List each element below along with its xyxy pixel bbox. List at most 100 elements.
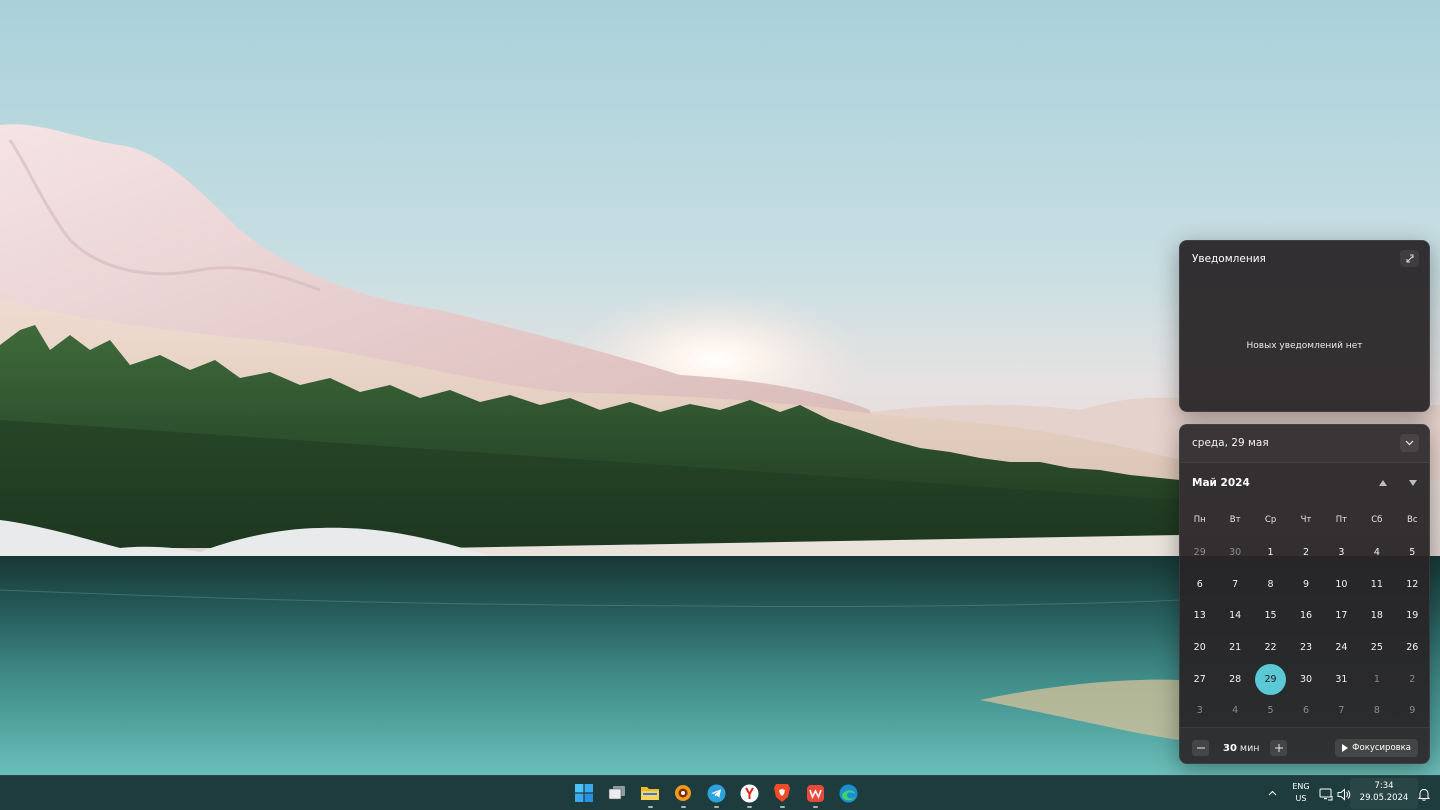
calendar-day[interactable]: 21 [1217,632,1252,664]
calendar-day[interactable]: 25 [1359,632,1394,664]
calendar-day[interactable]: 8 [1359,695,1394,727]
calendar-day[interactable]: 17 [1324,600,1359,632]
calendar-day[interactable]: 23 [1288,632,1323,664]
calendar-day-number: 7 [1338,705,1345,717]
start-focus-button[interactable]: Фокусировка [1335,739,1418,757]
file-explorer-button[interactable] [636,779,664,808]
weekday-label: Ср [1264,515,1277,525]
calendar-day[interactable]: 4 [1217,695,1252,727]
calendar-day[interactable]: 8 [1253,569,1288,601]
calendar-day[interactable]: 15 [1253,600,1288,632]
calendar-day-number: 21 [1229,642,1242,654]
calendar-day[interactable]: 16 [1288,600,1323,632]
show-hidden-icons-button[interactable] [1264,785,1280,801]
calendar-day[interactable]: 1 [1253,537,1288,569]
calendar-day[interactable]: 2 [1288,537,1323,569]
calendar-day[interactable]: 12 [1395,569,1429,601]
calendar-day[interactable]: 11 [1359,569,1394,601]
brave-browser-icon [774,784,790,802]
calendar-day[interactable]: 30 [1217,537,1252,569]
brave-browser-button[interactable] [768,779,796,808]
calendar-day[interactable]: 20 [1182,632,1217,664]
calendar-day[interactable]: 14 [1217,600,1252,632]
xnview-button[interactable] [669,779,697,808]
calendar-day[interactable]: 31 [1324,663,1359,695]
calendar-day[interactable]: 29 [1182,537,1217,569]
task-view-button[interactable] [603,779,631,807]
calendar-day-number: 7 [1232,578,1239,590]
calendar-day[interactable]: 28 [1217,663,1252,695]
notifications-button[interactable] [1417,786,1431,805]
calendar-day[interactable]: 5 [1395,537,1429,569]
calendar-day-number: 25 [1370,642,1383,654]
calendar-day[interactable]: 1 [1359,663,1394,695]
telegram-icon [707,784,725,802]
calendar-day-grid: 29 30 1 2 3 4 5 6 7 8 9 10 11 12 13 14 15 16 17 18 19 20 21 22 2… [1182,537,1429,727]
calendar-day-number: 31 [1335,673,1348,685]
telegram-button[interactable] [702,779,730,808]
calendar-day-number: 23 [1299,642,1313,654]
calendar-day[interactable]: 3 [1182,695,1217,727]
calendar-day[interactable]: 5 [1253,695,1288,727]
notifications-title: Уведомления [1192,253,1266,265]
weekday-label: Пн [1193,515,1206,525]
calendar-day[interactable]: 6 [1288,695,1323,727]
yandex-browser-icon [740,784,758,802]
calendar-day-number: 9 [1409,705,1416,717]
calendar-day-number: 2 [1409,673,1416,685]
volume-button[interactable] [1337,786,1351,805]
calendar-day-number: 14 [1229,610,1242,622]
running-indicator [780,806,785,808]
calendar-day[interactable]: 9 [1395,695,1429,727]
calendar-month-label[interactable]: Май 2024 [1192,477,1250,489]
running-indicator [681,806,686,808]
running-indicator [714,806,719,808]
calendar-day[interactable]: 4 [1359,537,1394,569]
focus-session-bar: 30 мин Фокусировка [1180,727,1429,763]
start-focus-label: Фокусировка [1352,743,1411,753]
input-language-button[interactable]: ENG US [1289,781,1313,805]
calendar-day-number: 30 [1299,673,1313,685]
calendar-day[interactable]: 2 [1395,663,1429,695]
calendar-day[interactable]: 3 [1324,537,1359,569]
focus-minutes-unit: мин [1239,743,1260,754]
calendar-day[interactable]: 30 [1288,663,1323,695]
calendar-day[interactable]: 27 [1182,663,1217,695]
calendar-day[interactable]: 13 [1182,600,1217,632]
calendar-day[interactable]: 24 [1324,632,1359,664]
calendar-next-month-button[interactable] [1406,475,1420,491]
edge-browser-button[interactable] [834,779,862,807]
no-notifications-text: Новых уведомлений нет [1246,341,1363,351]
running-indicator [747,806,752,808]
calendar-collapse-button[interactable] [1400,434,1419,452]
focus-increase-button[interactable] [1270,740,1287,756]
focus-minutes-value: 30 [1223,743,1237,754]
bell-icon [1417,788,1431,801]
notification-settings-button[interactable] [1400,250,1419,267]
start-button[interactable] [570,779,598,807]
focus-decrease-button[interactable] [1192,740,1209,756]
calendar-day[interactable]: 6 [1182,569,1217,601]
calendar-day[interactable]: 7 [1217,569,1252,601]
calendar-day-number: 30 [1229,547,1242,559]
calendar-day[interactable]: 18 [1359,600,1394,632]
clock[interactable]: 7:34 29.05.2024 [1356,780,1412,804]
calendar-day[interactable]: 10 [1324,569,1359,601]
calendar-day[interactable]: 22 [1253,632,1288,664]
wps-office-button[interactable] [801,779,829,808]
weekday-label: Пт [1335,515,1348,525]
calendar-previous-month-button[interactable] [1376,475,1390,491]
calendar-header: среда, 29 мая [1180,425,1429,463]
network-button[interactable] [1319,786,1333,805]
calendar-day-number: 28 [1229,673,1242,685]
yandex-browser-button[interactable] [735,779,763,808]
calendar-day-number: 6 [1302,705,1310,717]
calendar-day-number: 6 [1196,578,1203,590]
calendar-day-today[interactable]: 29 [1253,663,1288,695]
calendar-day[interactable]: 9 [1288,569,1323,601]
calendar-day[interactable]: 19 [1395,600,1429,632]
calendar-day[interactable]: 26 [1395,632,1429,664]
calendar-day[interactable]: 7 [1324,695,1359,727]
calendar-day-number: 9 [1302,578,1310,590]
calendar-day-number: 4 [1373,547,1380,559]
